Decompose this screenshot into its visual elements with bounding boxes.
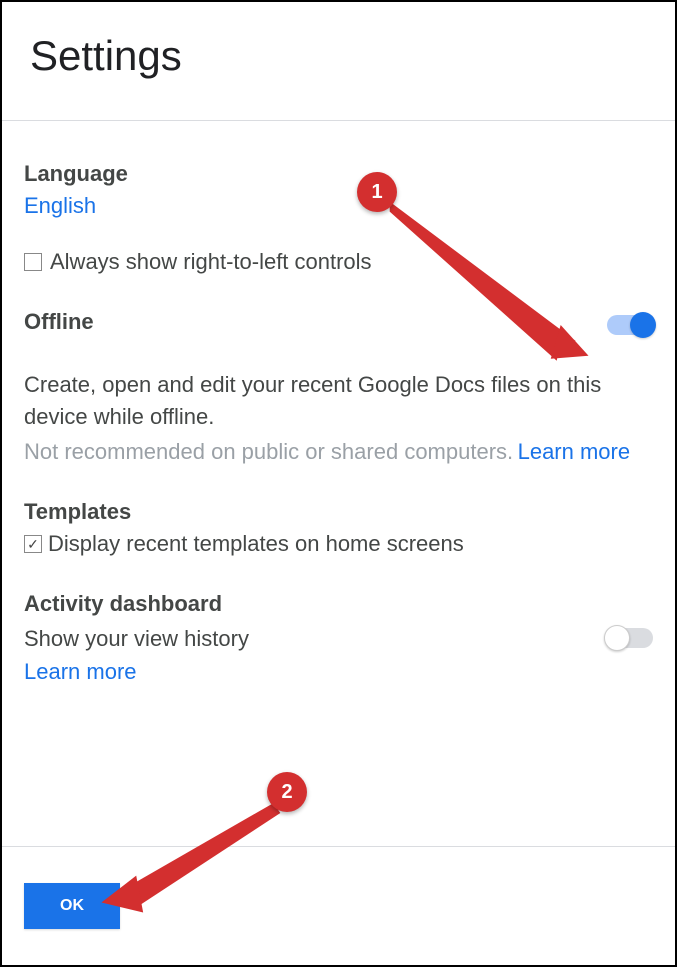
- dialog-footer: OK: [2, 846, 675, 965]
- templates-checkbox[interactable]: [24, 535, 42, 553]
- language-value-link[interactable]: English: [24, 193, 96, 218]
- offline-heading: Offline: [24, 309, 94, 335]
- offline-note: Not recommended on public or shared comp…: [24, 439, 513, 464]
- activity-row: Activity dashboard Show your view histor…: [24, 591, 653, 685]
- activity-section: Activity dashboard Show your view histor…: [24, 591, 653, 685]
- activity-toggle[interactable]: [607, 628, 653, 648]
- activity-learn-more-link[interactable]: Learn more: [24, 659, 249, 685]
- activity-label: Show your view history: [24, 623, 249, 655]
- annotation-badge-2: 2: [267, 772, 307, 812]
- templates-checkbox-row: Display recent templates on home screens: [24, 531, 653, 557]
- toggle-knob-icon: [630, 312, 656, 338]
- settings-content: Language English Always show right-to-le…: [2, 121, 675, 749]
- templates-heading: Templates: [24, 499, 653, 525]
- templates-checkbox-label: Display recent templates on home screens: [48, 531, 464, 557]
- offline-description: Create, open and edit your recent Google…: [24, 369, 653, 433]
- offline-note-line: Not recommended on public or shared comp…: [24, 439, 653, 465]
- toggle-knob-icon: [604, 625, 630, 651]
- rtl-checkbox[interactable]: [24, 253, 42, 271]
- rtl-checkbox-label: Always show right-to-left controls: [50, 249, 372, 275]
- language-heading: Language: [24, 161, 653, 187]
- ok-button[interactable]: OK: [24, 883, 120, 929]
- activity-left: Activity dashboard Show your view histor…: [24, 591, 249, 685]
- annotation-badge-1: 1: [357, 172, 397, 212]
- offline-section: Offline Create, open and edit your recen…: [24, 309, 653, 465]
- offline-learn-more-link[interactable]: Learn more: [518, 439, 631, 464]
- offline-toggle[interactable]: [607, 315, 653, 335]
- offline-heading-row: Offline: [24, 309, 653, 341]
- activity-heading: Activity dashboard: [24, 591, 249, 617]
- page-title: Settings: [30, 32, 647, 80]
- rtl-checkbox-row: Always show right-to-left controls: [24, 249, 653, 275]
- templates-section: Templates Display recent templates on ho…: [24, 499, 653, 557]
- settings-header: Settings: [2, 2, 675, 120]
- language-section: Language English Always show right-to-le…: [24, 161, 653, 275]
